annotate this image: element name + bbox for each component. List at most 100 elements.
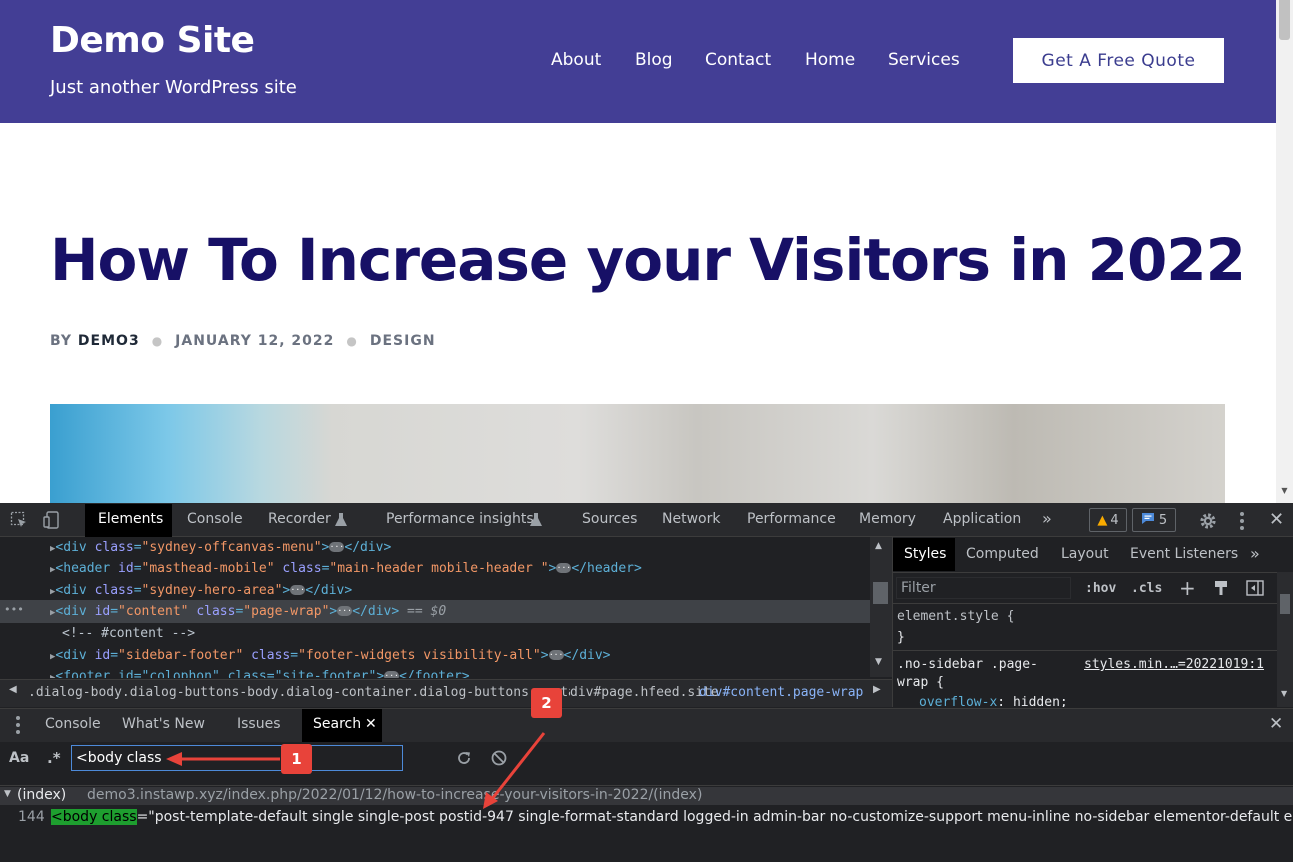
more-styles-tabs-icon[interactable]: » — [1250, 544, 1260, 563]
featured-image — [50, 404, 1225, 503]
scroll-down-icon[interactable]: ▼ — [875, 657, 882, 667]
rule-selector-cont[interactable]: wrap { — [897, 675, 944, 690]
close-devtools-icon[interactable]: ✕ — [1269, 509, 1284, 530]
annotation-badge-1: 1 — [281, 744, 312, 774]
tab-memory[interactable]: Memory — [859, 511, 916, 527]
device-toolbar-icon[interactable] — [42, 510, 62, 530]
tab-styles[interactable]: Styles — [904, 546, 946, 562]
drawer-tab-search[interactable]: Search — [313, 716, 361, 732]
rule-declaration[interactable]: overflow-x: hidden; — [919, 695, 1068, 707]
regex-toggle[interactable]: .* — [47, 749, 61, 767]
tab-application[interactable]: Application — [943, 511, 1021, 527]
nav-contact[interactable]: Contact — [705, 50, 771, 70]
crumb-prev-icon[interactable]: ◀ — [9, 684, 17, 695]
get-quote-button[interactable]: Get A Free Quote — [1013, 38, 1224, 83]
post-meta: BY DEMO3 ● JANUARY 12, 2022 ● DESIGN — [50, 333, 436, 349]
close-drawer-icon[interactable]: ✕ — [1269, 714, 1283, 734]
nav-services[interactable]: Services — [888, 50, 960, 70]
dom-node-sidebar-footer[interactable]: ▶<div id="sidebar-footer" class="footer-… — [50, 645, 611, 666]
styles-scrollbar[interactable]: ▼ — [1277, 572, 1293, 707]
scroll-up-icon[interactable]: ▲ — [875, 541, 882, 551]
crumb-content[interactable]: div#content.page-wrap — [699, 685, 863, 700]
clear-search-icon[interactable] — [490, 749, 508, 767]
element-style-rule[interactable]: element.style { — [897, 609, 1014, 624]
dom-comment[interactable]: <!-- #content --> — [62, 623, 195, 644]
site-title[interactable]: Demo Site — [50, 20, 255, 61]
flask-icon — [334, 512, 348, 528]
styles-filter-input[interactable]: Filter — [896, 577, 1071, 599]
tab-performance[interactable]: Performance — [747, 511, 836, 527]
post-date[interactable]: JANUARY 12, 2022 — [175, 333, 334, 349]
tab-network[interactable]: Network — [662, 511, 720, 527]
dom-node-colophon[interactable]: ▶<footer id="colophon" class="site-foote… — [50, 666, 470, 678]
post-category[interactable]: DESIGN — [370, 333, 436, 349]
cls-toggle[interactable]: .cls — [1131, 581, 1162, 596]
site-tagline: Just another WordPress site — [50, 77, 297, 98]
crumb-next-icon[interactable]: ▶ — [873, 684, 881, 695]
message-icon — [1141, 512, 1155, 529]
result-line-text[interactable]: <body class="post-template-default singl… — [51, 809, 1293, 828]
drawer-tab-console[interactable]: Console — [45, 716, 101, 732]
dom-node-content-selected[interactable]: ▶<div id="content" class="page-wrap">···… — [50, 601, 446, 622]
drawer-tab-issues[interactable]: Issues — [237, 716, 281, 732]
tab-console[interactable]: Console — [187, 511, 243, 527]
tab-computed[interactable]: Computed — [966, 546, 1039, 562]
ellipsis-icon[interactable]: ··· — [548, 649, 564, 660]
tab-event-listeners[interactable]: Event Listeners — [1130, 546, 1238, 562]
page-scrollbar[interactable] — [1276, 0, 1293, 503]
refresh-icon[interactable] — [455, 749, 473, 767]
nav-home[interactable]: Home — [805, 50, 855, 70]
new-rule-plus-icon[interactable]: + — [1179, 576, 1196, 600]
search-input[interactable]: <body class — [71, 745, 403, 771]
elements-scroll-thumb[interactable] — [873, 582, 888, 604]
drawer-menu-icon[interactable] — [16, 716, 20, 734]
dom-node-hero-area[interactable]: ▶<div class="sydney-hero-area">···</div> — [50, 580, 352, 601]
element-style-close: } — [897, 630, 905, 645]
crumb-dialog[interactable]: .dialog-body.dialog-buttons-body.dialog-… — [28, 685, 599, 700]
annotation-badge-2: 2 — [531, 688, 562, 718]
kebab-menu-icon[interactable] — [1240, 512, 1246, 530]
warnings-counter[interactable]: ▲ 4 — [1089, 508, 1127, 532]
messages-counter[interactable]: 5 — [1132, 508, 1176, 532]
result-file-url: demo3.instawp.xyz/index.php/2022/01/12/h… — [87, 787, 703, 803]
crumb-page[interactable]: div#page.hfeed.site — [570, 685, 719, 700]
ellipsis-icon[interactable]: ··· — [329, 541, 345, 552]
collapse-triangle-icon[interactable]: ▼ — [4, 789, 11, 799]
drawer-tab-whats-new[interactable]: What's New — [122, 716, 205, 732]
search-match-highlight: <body class — [51, 809, 137, 825]
scroll-down-arrow-icon[interactable]: ▼ — [1279, 484, 1290, 498]
rule-source-link[interactable]: styles.min.…=20221019:1 — [1084, 657, 1264, 672]
result-file-name[interactable]: (index) — [17, 787, 66, 803]
flask-icon — [529, 512, 543, 528]
tab-layout[interactable]: Layout — [1061, 546, 1109, 562]
row-more-icon[interactable]: ••• — [4, 603, 24, 616]
nav-about[interactable]: About — [551, 50, 601, 70]
ellipsis-icon[interactable]: ··· — [290, 584, 306, 595]
dom-node-offcanvas[interactable]: ▶<div class="sydney-offcanvas-menu">···<… — [50, 537, 391, 558]
ellipsis-icon[interactable]: ··· — [337, 605, 353, 616]
tab-recorder[interactable]: Recorder — [268, 511, 331, 527]
close-search-tab-icon[interactable]: ✕ — [365, 716, 377, 732]
toggle-sidebar-icon[interactable] — [1246, 579, 1264, 597]
match-case-toggle[interactable]: Aa — [9, 750, 29, 766]
tab-performance-insights[interactable]: Performance insights — [386, 511, 534, 527]
separator-dot-icon: ● — [346, 334, 358, 348]
elements-scrollbar[interactable]: ▲ ▼ — [870, 537, 892, 677]
by-label: BY — [50, 333, 73, 349]
post-title: How To Increase your Visitors in 2022 — [50, 226, 1246, 294]
rule-selector[interactable]: .no-sidebar .page- — [897, 657, 1038, 672]
post-author[interactable]: DEMO3 — [78, 333, 140, 349]
tab-sources[interactable]: Sources — [582, 511, 637, 527]
more-tabs-icon[interactable]: » — [1042, 509, 1052, 528]
dom-node-masthead-mobile[interactable]: ▶<header id="masthead-mobile" class="mai… — [50, 558, 642, 579]
inspect-element-icon[interactable] — [10, 511, 28, 529]
hov-toggle[interactable]: :hov — [1085, 581, 1116, 596]
page-scrollbar-thumb[interactable] — [1279, 0, 1290, 40]
paint-brush-icon[interactable] — [1214, 580, 1228, 596]
ellipsis-icon[interactable]: ··· — [556, 562, 572, 573]
warning-icon: ▲ — [1097, 512, 1108, 528]
result-line-number: 144 — [18, 809, 45, 825]
settings-gear-icon[interactable] — [1198, 511, 1218, 531]
nav-blog[interactable]: Blog — [635, 50, 673, 70]
tab-elements[interactable]: Elements — [98, 511, 163, 527]
